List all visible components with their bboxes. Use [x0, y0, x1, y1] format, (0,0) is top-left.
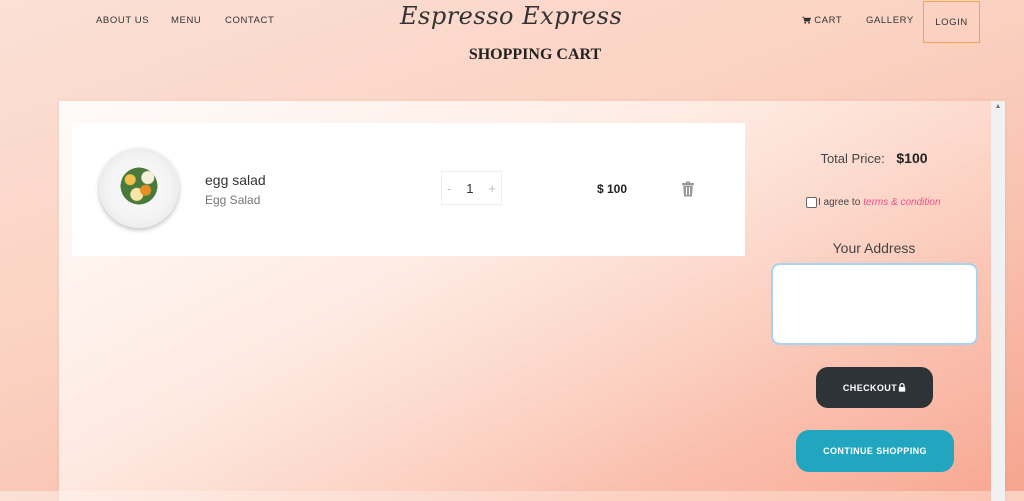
nav-contact[interactable]: CONTACT [225, 15, 274, 26]
checkout-button[interactable]: CHECKOUT [816, 367, 933, 408]
item-price: $ 100 [597, 182, 628, 196]
food-photo [117, 165, 161, 207]
brand-logo-text[interactable]: Espresso Express [400, 2, 622, 30]
item-name: egg salad [205, 172, 266, 188]
scroll-up-icon[interactable]: ▲ [991, 103, 1005, 111]
delete-item-button[interactable] [681, 181, 695, 202]
quantity-value[interactable]: 1 [466, 181, 473, 196]
nav-gallery[interactable]: GALLERY [866, 15, 914, 26]
terms-checkbox[interactable] [806, 197, 817, 208]
login-button[interactable]: LOGIN [923, 1, 980, 43]
item-subtitle: Egg Salad [205, 193, 261, 207]
nav-about-us[interactable]: ABOUT US [96, 15, 149, 26]
nav-menu[interactable]: MENU [171, 15, 201, 26]
total-price: Total Price: $100 [771, 150, 977, 166]
address-label: Your Address [832, 240, 916, 256]
scrollbar[interactable]: ▲ [991, 101, 1005, 501]
total-price-value: $100 [896, 150, 928, 166]
trash-icon [682, 181, 694, 197]
cart-icon [802, 16, 812, 24]
agree-text: I agree to [818, 197, 861, 208]
cart-item: egg salad Egg Salad - 1 + $ 100 [72, 123, 745, 256]
nav-cart-label: CART [814, 15, 843, 26]
continue-shopping-button[interactable]: CONTINUE SHOPPING [796, 430, 954, 472]
food-image [99, 148, 179, 228]
page-title: SHOPPING CART [468, 46, 602, 63]
total-price-label: Total Price: [820, 151, 885, 166]
checkout-label: CHECKOUT [842, 382, 898, 393]
address-input[interactable] [771, 263, 978, 345]
lock-icon [898, 383, 906, 392]
quantity-stepper: - 1 + [441, 171, 502, 205]
terms-agreement: I agree to terms & condition [806, 197, 941, 208]
terms-link[interactable]: terms & condition [863, 197, 940, 208]
qty-decrease-button[interactable]: - [447, 181, 451, 196]
nav-cart[interactable]: CART [802, 15, 842, 26]
qty-increase-button[interactable]: + [488, 181, 496, 196]
